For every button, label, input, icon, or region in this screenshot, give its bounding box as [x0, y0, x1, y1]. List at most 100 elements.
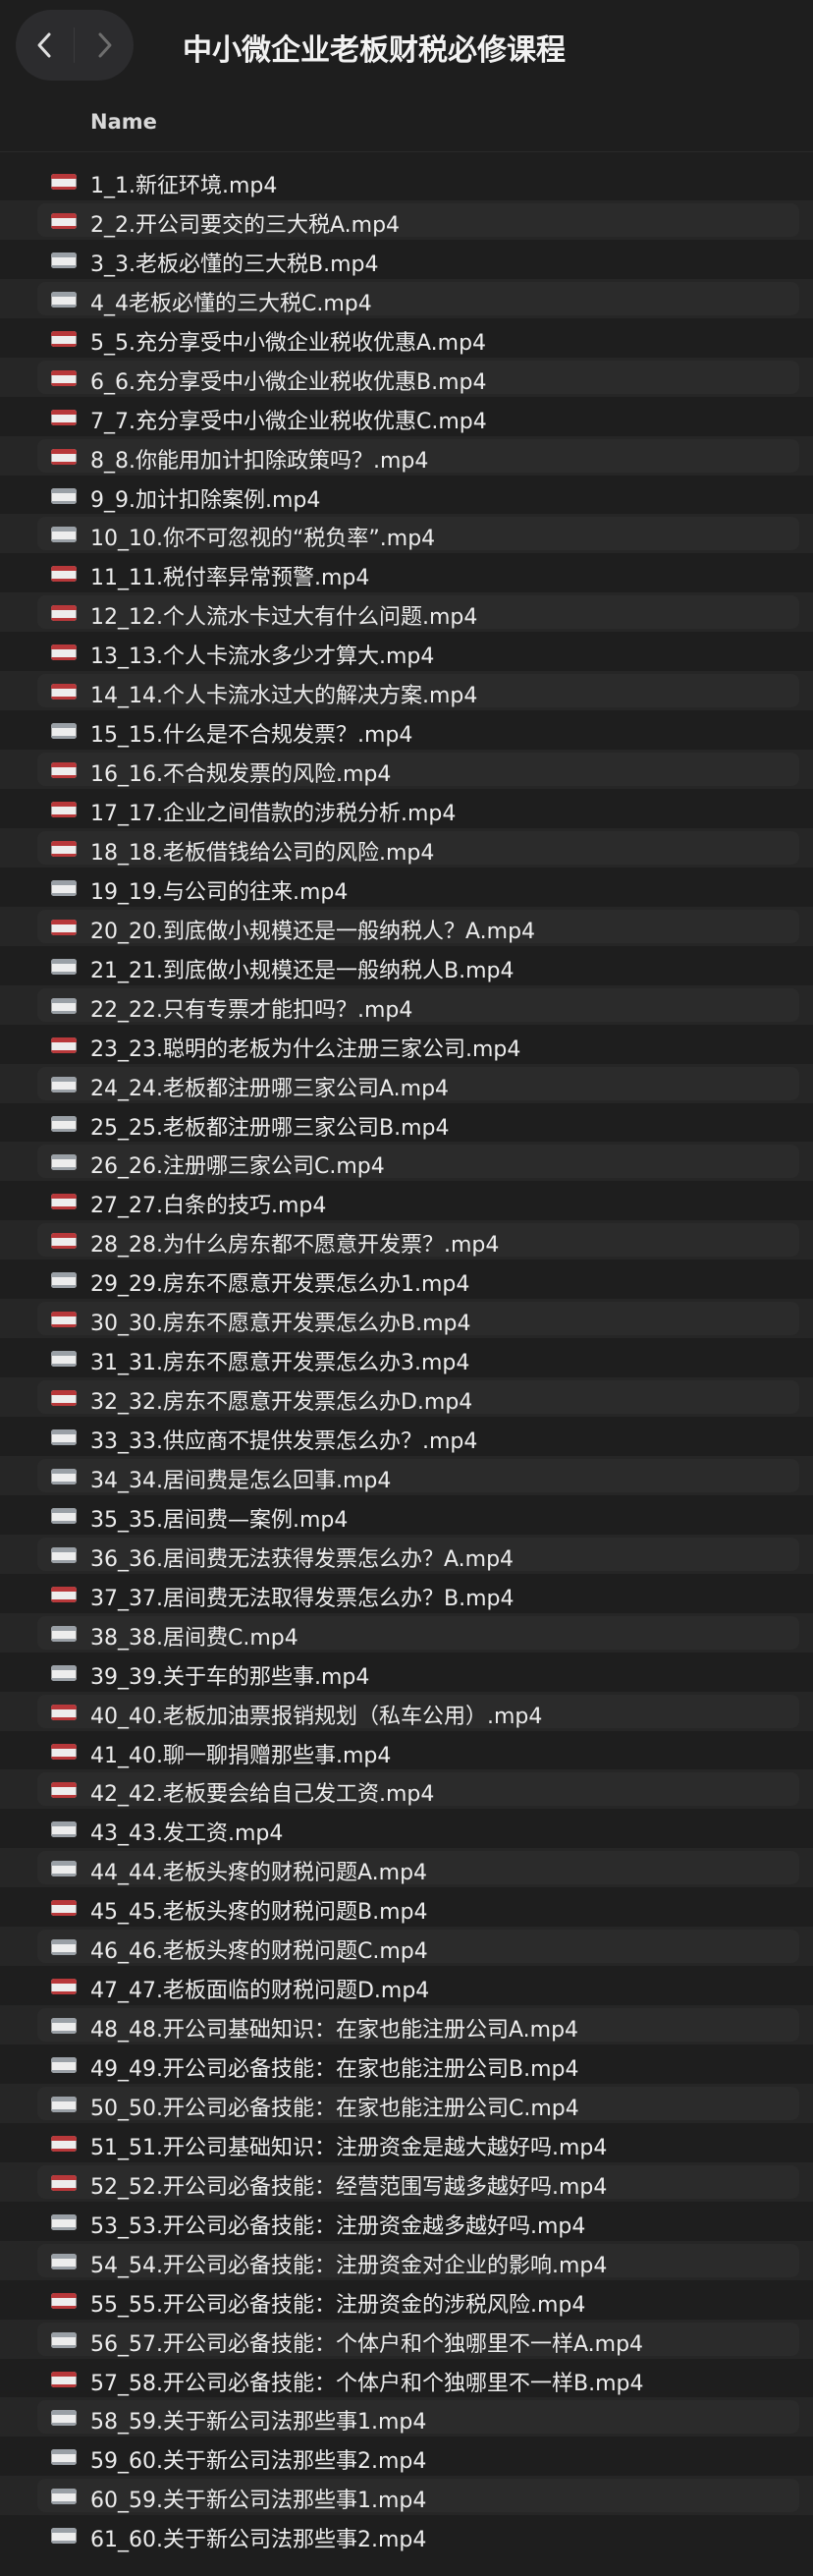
file-row[interactable]: 12_12.个人流水卡过大有什么问题.mp4 — [0, 592, 813, 633]
file-row[interactable]: 13_13.个人卡流水多少才算大.mp4 — [0, 632, 813, 671]
video-file-icon — [51, 2057, 77, 2073]
file-row[interactable]: 2_2.开公司要交的三大税A.mp4 — [0, 199, 813, 240]
file-name: 60_59.关于新公司法那些事1.mp4 — [90, 2489, 427, 2514]
file-name: 15_15.什么是不合规发票？.mp4 — [90, 723, 413, 749]
file-row[interactable]: 30_30.房东不愿意开发票怎么办B.mp4 — [0, 1299, 813, 1339]
file-name: 43_43.发工资.mp4 — [90, 1821, 284, 1847]
file-row[interactable]: 51_51.开公司基础知识：注册资金是越大越好吗.mp4 — [0, 2123, 813, 2162]
video-file-icon — [51, 1272, 77, 1289]
back-button[interactable] — [16, 10, 75, 81]
file-row[interactable]: 24_24.老板都注册哪三家公司A.mp4 — [0, 1063, 813, 1103]
file-row[interactable]: 47_47.老板面临的财税问题D.mp4 — [0, 1966, 813, 2005]
file-row[interactable]: 57_58.开公司必备技能：个体户和个独哪里不一样B.mp4 — [0, 2359, 813, 2398]
file-row[interactable]: 56_57.开公司必备技能：个体户和个独哪里不一样A.mp4 — [0, 2319, 813, 2359]
file-row[interactable]: 38_38.居间费C.mp4 — [0, 1612, 813, 1652]
file-row[interactable]: 22_22.只有专票才能扣吗？.mp4 — [0, 984, 813, 1025]
file-name: 27_27.白条的技巧.mp4 — [90, 1194, 327, 1219]
file-row[interactable]: 28_28.为什么房东都不愿意开发票？.mp4 — [0, 1220, 813, 1260]
file-row[interactable]: 6_6.充分享受中小微企业税收优惠B.mp4 — [0, 357, 813, 397]
file-name: 4_4老板必懂的三大税C.mp4 — [90, 291, 372, 316]
file-row[interactable]: 59_60.关于新公司法那些事2.mp4 — [0, 2436, 813, 2476]
file-row[interactable]: 8_8.你能用加计扣除政策吗？.mp4 — [0, 435, 813, 476]
file-row[interactable]: 46_46.老板头疼的财税问题C.mp4 — [0, 1927, 813, 1967]
file-row[interactable]: 34_34.居间费是怎么回事.mp4 — [0, 1455, 813, 1495]
file-row[interactable]: 10_10.你不可忽视的“税负率”.mp4 — [0, 514, 813, 554]
file-name: 21_21.到底做小规模还是一般纳税人B.mp4 — [90, 958, 515, 983]
video-file-icon — [51, 2174, 77, 2191]
file-row[interactable]: 32_32.房东不愿意开发票怎么办D.mp4 — [0, 1377, 813, 1417]
video-file-icon — [51, 2018, 77, 2035]
file-name: 49_49.开公司必备技能：在家也能注册公司B.mp4 — [90, 2057, 579, 2082]
column-header-name[interactable]: Name — [90, 110, 157, 134]
file-row[interactable]: 48_48.开公司基础知识：在家也能注册公司A.mp4 — [0, 2005, 813, 2044]
file-row[interactable]: 49_49.开公司必备技能：在家也能注册公司B.mp4 — [0, 2044, 813, 2084]
file-row[interactable]: 52_52.开公司必备技能：经营范围写越多越好吗.mp4 — [0, 2161, 813, 2202]
video-file-icon — [51, 1468, 77, 1484]
file-row[interactable]: 29_29.房东不愿意开发票怎么办1.mp4 — [0, 1260, 813, 1299]
file-row[interactable]: 15_15.什么是不合规发票？.mp4 — [0, 710, 813, 750]
file-name: 55_55.开公司必备技能：注册资金的涉税风险.mp4 — [90, 2292, 586, 2318]
file-row[interactable]: 61_60.关于新公司法那些事2.mp4 — [0, 2515, 813, 2554]
file-row[interactable]: 40_40.老板加油票报销规划（私车公用）.mp4 — [0, 1691, 813, 1731]
file-row[interactable]: 54_54.开公司必备技能：注册资金对企业的影响.mp4 — [0, 2240, 813, 2280]
file-name: 8_8.你能用加计扣除政策吗？.mp4 — [90, 448, 429, 474]
file-row[interactable]: 14_14.个人卡流水过大的解决方案.mp4 — [0, 671, 813, 711]
video-file-icon — [51, 1939, 77, 1956]
file-name: 48_48.开公司基础知识：在家也能注册公司A.mp4 — [90, 2018, 579, 2044]
file-row[interactable]: 53_53.开公司必备技能：注册资金越多越好吗.mp4 — [0, 2202, 813, 2241]
file-row[interactable]: 18_18.老板借钱给公司的风险.mp4 — [0, 827, 813, 868]
file-row[interactable]: 19_19.与公司的往来.mp4 — [0, 868, 813, 907]
file-name: 58_59.关于新公司法那些事1.mp4 — [90, 2410, 427, 2436]
file-row[interactable]: 31_31.房东不愿意开发票怎么办3.mp4 — [0, 1338, 813, 1377]
video-file-icon — [51, 919, 77, 935]
file-row[interactable]: 39_39.关于车的那些事.mp4 — [0, 1652, 813, 1692]
file-row[interactable]: 41_40.聊一聊捐赠那些事.mp4 — [0, 1731, 813, 1770]
file-row[interactable]: 33_33.供应商不提供发票怎么办？.mp4 — [0, 1417, 813, 1456]
file-row[interactable]: 7_7.充分享受中小微企业税收优惠C.mp4 — [0, 397, 813, 436]
file-row[interactable]: 20_20.到底做小规模还是一般纳税人？A.mp4 — [0, 906, 813, 946]
file-row[interactable]: 36_36.居间费无法获得发票怎么办？A.mp4 — [0, 1534, 813, 1574]
file-name: 51_51.开公司基础知识：注册资金是越大越好吗.mp4 — [90, 2135, 608, 2160]
forward-button[interactable] — [75, 10, 134, 81]
file-row[interactable]: 26_26.注册哪三家公司C.mp4 — [0, 1142, 813, 1182]
file-row[interactable]: 44_44.老板头疼的财税问题A.mp4 — [0, 1848, 813, 1888]
file-row[interactable]: 4_4老板必懂的三大税C.mp4 — [0, 278, 813, 318]
file-row[interactable]: 50_50.开公司必备技能：在家也能注册公司C.mp4 — [0, 2083, 813, 2123]
file-row[interactable]: 9_9.加计扣除案例.mp4 — [0, 476, 813, 515]
file-row[interactable]: 5_5.充分享受中小微企业税收优惠A.mp4 — [0, 318, 813, 358]
file-name: 12_12.个人流水卡过大有什么问题.mp4 — [90, 605, 478, 631]
video-file-icon — [51, 2410, 77, 2427]
file-name: 18_18.老板借钱给公司的风险.mp4 — [90, 840, 435, 866]
file-row[interactable]: 17_17.企业之间借款的涉税分析.mp4 — [0, 789, 813, 828]
file-row[interactable]: 43_43.发工资.mp4 — [0, 1809, 813, 1848]
file-row[interactable]: 35_35.居间费—案例.mp4 — [0, 1495, 813, 1535]
file-name: 7_7.充分享受中小微企业税收优惠C.mp4 — [90, 409, 487, 434]
file-name: 37_37.居间费无法取得发票怎么办？B.mp4 — [90, 1586, 515, 1611]
file-row[interactable]: 58_59.关于新公司法那些事1.mp4 — [0, 2397, 813, 2437]
file-name: 47_47.老板面临的财税问题D.mp4 — [90, 1979, 430, 2004]
video-file-icon — [51, 2135, 77, 2152]
file-row[interactable]: 25_25.老板都注册哪三家公司B.mp4 — [0, 1103, 813, 1143]
file-row[interactable]: 16_16.不合规发票的风险.mp4 — [0, 750, 813, 789]
file-name: 50_50.开公司必备技能：在家也能注册公司C.mp4 — [90, 2096, 579, 2121]
file-row[interactable]: 11_11.税付率异常预警.mp4 — [0, 553, 813, 592]
video-file-icon — [51, 1076, 77, 1092]
video-file-icon — [51, 2449, 77, 2466]
file-row[interactable]: 42_42.老板要会给自己发工资.mp4 — [0, 1769, 813, 1810]
file-row[interactable]: 55_55.开公司必备技能：注册资金的涉税风险.mp4 — [0, 2280, 813, 2320]
file-row[interactable]: 27_27.白条的技巧.mp4 — [0, 1181, 813, 1220]
video-file-icon — [51, 1861, 77, 1877]
file-row[interactable]: 1_1.新征环境.mp4 — [0, 161, 813, 200]
file-name: 24_24.老板都注册哪三家公司A.mp4 — [90, 1076, 450, 1101]
file-row[interactable]: 60_59.关于新公司法那些事1.mp4 — [0, 2476, 813, 2516]
video-file-icon — [51, 1312, 77, 1328]
video-file-icon — [51, 1390, 77, 1407]
file-name: 56_57.开公司必备技能：个体户和个独哪里不一样A.mp4 — [90, 2331, 644, 2357]
file-row[interactable]: 37_37.居间费无法取得发票怎么办？B.mp4 — [0, 1574, 813, 1613]
video-file-icon — [51, 1507, 77, 1524]
video-file-icon — [51, 2528, 77, 2545]
file-row[interactable]: 23_23.聪明的老板为什么注册三家公司.mp4 — [0, 1025, 813, 1064]
file-row[interactable]: 21_21.到底做小规模还是一般纳税人B.mp4 — [0, 946, 813, 985]
file-row[interactable]: 45_45.老板头疼的财税问题B.mp4 — [0, 1887, 813, 1927]
file-row[interactable]: 3_3.老板必懂的三大税B.mp4 — [0, 240, 813, 279]
